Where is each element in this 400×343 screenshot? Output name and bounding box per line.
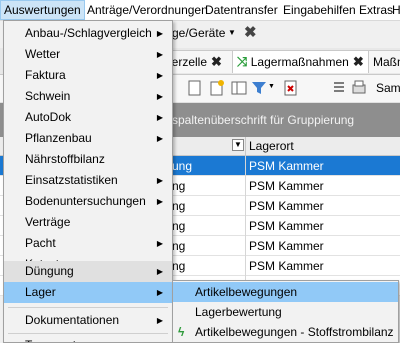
list-icon[interactable] <box>330 79 348 97</box>
menu-item-label: Bodenuntersuchungen <box>25 194 146 208</box>
menu-item-label: Düngung <box>25 264 74 278</box>
menu-separator <box>8 333 168 334</box>
submenu-arrow-icon: ▶ <box>156 197 163 206</box>
auswertungen-dropdown: Anbau-/Schlagvergleich ▶ Wetter ▶ Faktura ▶… <box>3 20 173 343</box>
table-cell: PSM Kammer <box>249 219 324 233</box>
menu-hilfe[interactable]: H <box>389 0 400 20</box>
menu-item-label: Faktura <box>25 68 66 82</box>
submenu-arrow-icon: ▶ <box>156 92 163 101</box>
menu-bar: Auswertungen Anträge/Verordnungen Datent… <box>0 0 400 21</box>
table-cell: PSM Kammer <box>249 179 324 193</box>
table-cell: PSM Kammer <box>249 199 324 213</box>
new-document-icon[interactable] <box>208 79 226 97</box>
tab-label: Maßn <box>373 55 400 69</box>
submenu-item-artikelbewegungen[interactable]: Artikelbewegungen <box>173 282 398 302</box>
toolbar-label[interactable]: Sam <box>376 81 400 95</box>
menu-item-label: Schwein <box>25 89 71 103</box>
tab-massn[interactable]: Maßn <box>368 50 400 73</box>
submenu-arrow-icon: ▶ <box>156 50 163 59</box>
submenu-arrow-icon: ▶ <box>156 176 163 185</box>
submenu-arrow-icon: ▶ <box>156 134 163 143</box>
submenu-arrow-icon: ▶ <box>156 267 163 276</box>
menu-item-einsatzstatistiken[interactable]: Einsatzstatistiken ▶ <box>4 170 172 191</box>
submenu-arrow-icon: ▶ <box>156 29 163 38</box>
table-cell: ng <box>172 179 186 193</box>
document-icon[interactable] <box>186 79 204 97</box>
submenu-item-stoffstrombilanz[interactable]: ϟ Artikelbewegungen - Stoffstrombilanz <box>173 322 398 342</box>
close-icon[interactable]: ✖ <box>353 54 364 69</box>
menu-auswertungen[interactable]: Auswertungen <box>0 0 85 20</box>
menu-item-lager[interactable]: Lager ▶ <box>4 282 172 303</box>
submenu-arrow-icon: ▶ <box>156 239 163 248</box>
menu-item-schwein[interactable]: Schwein ▶ <box>4 86 172 107</box>
submenu-arrow-icon: ▶ <box>156 71 163 80</box>
menu-item-pacht[interactable]: Pacht ▶ <box>4 233 172 254</box>
menu-item-duengung[interactable]: Düngung ▶ <box>4 261 172 282</box>
lightning-icon: ϟ <box>178 325 185 339</box>
menu-item-label: Einsatzstatistiken <box>25 173 118 187</box>
chevron-down-icon[interactable]: ▼ <box>268 83 275 90</box>
menu-item-label: Artikelbewegungen - Stoffstrombilanz <box>195 325 394 339</box>
submenu-arrow-icon: ▶ <box>157 335 163 342</box>
menu-item-wetter[interactable]: Wetter ▶ <box>4 44 172 65</box>
tab-lagermassnahmen[interactable]: ⤨ Lagermaßnahmen ✖ <box>232 50 376 73</box>
menu-item-label: Pflanzenbau <box>25 131 92 145</box>
table-cell: ung <box>172 159 193 173</box>
menu-item-vertraege[interactable]: Verträge <box>4 212 172 233</box>
menu-antraege[interactable]: Anträge/Verordnungen <box>84 0 211 20</box>
submenu-item-lagerbewertung[interactable]: Lagerbewertung <box>173 302 398 322</box>
filter-icon[interactable]: ▼ <box>232 139 244 151</box>
menu-item-label: Pacht <box>25 236 56 250</box>
menu-separator <box>8 307 168 308</box>
chevron-down-icon[interactable]: ▼ <box>228 28 236 37</box>
table-cell: PSM Kammer <box>249 239 324 253</box>
table-cell: ng <box>172 259 186 273</box>
tab-label: Lagermaßnahmen <box>250 55 349 69</box>
column-separator <box>245 137 246 155</box>
menu-item-dokumentationen[interactable]: Dokumentationen ▶ <box>4 310 172 331</box>
table-cell: ng <box>172 219 186 233</box>
menu-item-label: Transport <box>25 335 76 342</box>
menu-item-bodenuntersuchungen[interactable]: Bodenuntersuchungen ▶ <box>4 191 172 212</box>
lager-submenu: Artikelbewegungen Lagerbewertung ϟ Artik… <box>172 280 399 343</box>
menu-item-label: Dokumentationen <box>25 313 120 327</box>
menu-item-label: Lagerbewertung <box>195 305 282 319</box>
print-icon[interactable] <box>350 79 368 97</box>
table-cell: PSM Kammer <box>249 159 324 173</box>
menu-item-autodok[interactable]: AutoDok ▶ <box>4 107 172 128</box>
menu-item-pflanzenbau[interactable]: Pflanzenbau ▶ <box>4 128 172 149</box>
menu-item-label: Anbau-/Schlagvergleich <box>25 26 152 40</box>
menu-item-naehrstoffbilanz[interactable]: Nährstoffbilanz <box>4 149 172 170</box>
columns-icon[interactable] <box>230 79 248 97</box>
close-icon[interactable]: ✖ <box>244 23 257 41</box>
combo-text[interactable]: ge/Geräte <box>172 26 225 40</box>
submenu-arrow-icon: ▶ <box>156 316 163 325</box>
table-cell: ng <box>172 239 186 253</box>
clear-filter-icon[interactable] <box>282 79 300 97</box>
submenu-arrow-icon: ▶ <box>156 113 163 122</box>
table-cell: ng <box>172 199 186 213</box>
menu-item-transport[interactable]: Transport ▶ <box>4 335 172 342</box>
arrows-icon: ⤨ <box>237 54 248 69</box>
table-cell: PSM Kammer <box>249 259 324 273</box>
menu-item-faktura[interactable]: Faktura ▶ <box>4 65 172 86</box>
close-icon[interactable]: ✖ <box>211 54 222 69</box>
menu-eingabehilfen[interactable]: Eingabehilfen <box>280 0 359 20</box>
menu-item-anbau-schlagvergleich[interactable]: Anbau-/Schlagvergleich ▶ <box>4 23 172 44</box>
menu-item-label: Wetter <box>25 47 61 61</box>
menu-datentransfer[interactable]: Datentransfer <box>202 0 281 20</box>
menu-item-label: Verträge <box>25 215 71 229</box>
menu-item-label: Nährstoffbilanz <box>25 152 105 166</box>
menu-item-label: AutoDok <box>25 110 72 124</box>
column-header-lagerort[interactable]: Lagerort <box>249 139 294 153</box>
submenu-arrow-icon: ▶ <box>156 288 163 297</box>
menu-item-label: Lager <box>25 285 56 299</box>
filter-icon[interactable] <box>250 79 268 97</box>
menu-item-label: Artikelbewegungen <box>195 285 298 299</box>
